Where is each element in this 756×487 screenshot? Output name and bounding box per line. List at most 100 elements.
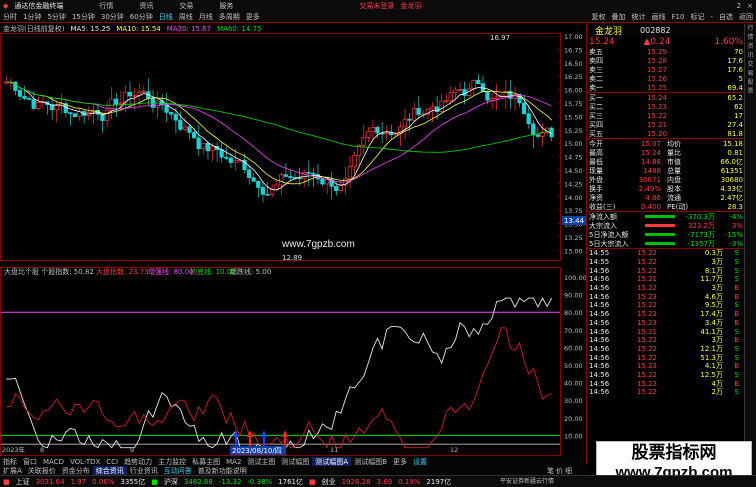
menu-service[interactable]: 服务 — [216, 1, 236, 11]
tab-industry-news[interactable]: 行业资讯 — [127, 466, 161, 476]
stat-key: 收益(三) — [589, 202, 616, 211]
chart-watermark: www.7gpzb.com — [281, 239, 355, 250]
toolbar-fuquan[interactable]: 复权 — [589, 12, 609, 22]
tab-vol[interactable]: VOL-TDX — [67, 458, 103, 466]
stock-name-link[interactable]: 金龙羽 — [397, 1, 424, 11]
window-close-icon[interactable]: × — [744, 2, 756, 10]
flow-label: 5日大宗流入 — [589, 239, 629, 248]
tab-test-sub-b[interactable]: 测试幅图B — [351, 457, 390, 467]
tab-ext-a[interactable]: 扩展A — [0, 466, 25, 476]
tab-qa[interactable]: 互动问答 — [161, 466, 195, 476]
candle-body — [246, 169, 252, 179]
index-sh-vol: 3355亿 — [120, 477, 146, 486]
sidebar-item-0[interactable]: 行 — [745, 24, 756, 33]
menu-quote[interactable]: 行情 — [96, 1, 116, 11]
broker-caption: 平安证券新疆云行情 — [500, 478, 555, 485]
side-tab-0[interactable]: 笔 — [546, 466, 555, 476]
side-tab-2[interactable]: 细 — [564, 466, 573, 476]
bid-price: 15.20 — [646, 129, 668, 138]
sidebar-item-3[interactable]: 讯 — [745, 51, 756, 60]
toolbar-f10[interactable]: F10 — [669, 13, 688, 21]
toolbar-back[interactable]: 返回 — [736, 12, 756, 22]
candle-body — [279, 174, 284, 186]
candle-body — [104, 109, 110, 121]
tick-price: 15.22 — [636, 336, 658, 345]
tab-macd[interactable]: MACD — [40, 458, 67, 466]
period-tab-60min[interactable]: 60分钟 — [127, 12, 156, 22]
candle-body — [370, 126, 376, 132]
tick-price: 15.22 — [636, 353, 658, 362]
stat-value: 28.3 — [727, 202, 743, 211]
trade-login-link[interactable]: 交易未登录 — [356, 1, 397, 11]
tab-more[interactable]: 更多 — [390, 457, 410, 467]
index-sh-name[interactable]: 上证 — [13, 477, 33, 487]
candle-body — [549, 127, 554, 138]
index-sz-name[interactable]: 沪深 — [161, 477, 181, 487]
candle-body — [448, 92, 453, 102]
app-logo-icon: ◆ — [3, 1, 9, 10]
candle-body — [118, 102, 123, 105]
indicator-axis-label: 50.00 — [564, 362, 583, 370]
sidebar-item-1[interactable]: 情 — [745, 33, 756, 42]
chart-area[interactable]: 17.00 16.75 16.50 16.25 16.00 15.75 15.50 15.25… — [0, 33, 586, 457]
period-tab-multi[interactable]: 多周期 — [216, 12, 243, 22]
toolbar-stats[interactable]: 统计 — [629, 12, 649, 22]
candle-body — [288, 176, 293, 178]
period-tab-1min[interactable]: 1分钟 — [20, 12, 44, 22]
period-toolbar: 分时 1分钟 5分钟 15分钟 30分钟 60分钟 日线 周线 月线 多周期 更… — [0, 11, 756, 23]
signal-arrow-icon — [282, 430, 288, 438]
tab-fund-dist[interactable]: 资金分布 — [59, 466, 93, 476]
candle-body — [521, 102, 527, 115]
tab-test-sub[interactable]: 测试幅图 — [278, 457, 312, 467]
menu-trade[interactable]: 交易 — [176, 1, 196, 11]
tick-price: 15.22 — [636, 284, 658, 293]
sidebar-item-4[interactable]: 交 — [745, 60, 756, 69]
toolbar-watchlist[interactable]: 自选 — [716, 12, 736, 22]
bid-volume: 81.8 — [727, 129, 743, 138]
period-tab-month[interactable]: 月线 — [196, 12, 216, 22]
candle-body — [352, 155, 357, 168]
tab-news[interactable]: 综合资讯 — [92, 465, 127, 476]
toolbar-minus[interactable]: - — [707, 13, 716, 21]
period-tab-5min[interactable]: 5分钟 — [44, 12, 68, 22]
stock-index-line — [6, 297, 553, 449]
bid-volume: 27.4 — [727, 120, 743, 129]
index-cy-name[interactable]: 创业 — [319, 477, 339, 487]
candle-body — [274, 184, 279, 190]
tab-cci[interactable]: CCI — [103, 458, 121, 466]
price-axis-label: 15.75 — [564, 100, 583, 108]
tab-settings[interactable]: 设置 — [410, 457, 430, 467]
candle-body — [457, 89, 463, 91]
candle-body — [416, 108, 421, 115]
tick-time: 14:56 — [589, 388, 610, 397]
tab-ma2[interactable]: MA2 — [223, 458, 244, 466]
period-tab-day[interactable]: 日线 — [156, 12, 176, 22]
period-tab-fenshi[interactable]: 分时 — [0, 12, 20, 22]
extension-tabs: 扩展A 关联报价 资金分布 综合资讯 行业资讯 互动问答 普及新功能说明 — [0, 465, 586, 476]
sidebar-item-2[interactable]: 资 — [745, 42, 756, 51]
sidebar-item-7[interactable]: 票 — [745, 87, 756, 96]
period-tab-15min[interactable]: 15分钟 — [69, 12, 98, 22]
candle-body — [100, 113, 105, 121]
tab-new-features[interactable]: 普及新功能说明 — [195, 466, 250, 476]
side-tab-1[interactable]: 价 — [555, 466, 564, 476]
menu-news[interactable]: 资讯 — [136, 1, 156, 11]
tab-test-sub-a[interactable]: 测试幅图A — [312, 456, 352, 467]
sidebar-item-6[interactable]: 股 — [745, 78, 756, 87]
price-axis-label: 13.75 — [564, 207, 583, 215]
toolbar-draw[interactable]: 画线 — [649, 12, 669, 22]
sidebar-item-5[interactable]: 易 — [745, 69, 756, 78]
period-tab-more[interactable]: 更多 — [243, 12, 263, 22]
period-tab-week[interactable]: 周线 — [176, 12, 196, 22]
tab-related-quote[interactable]: 关联报价 — [25, 466, 59, 476]
toolbar-overlay[interactable]: 叠加 — [609, 12, 629, 22]
candle-body — [182, 126, 188, 130]
period-tab-30min[interactable]: 30分钟 — [98, 12, 127, 22]
window-control-minimize[interactable]: 2 — [734, 2, 744, 10]
price-axis-label: 16.75 — [564, 46, 583, 54]
stat-value: 4.86 — [645, 193, 661, 202]
candle-body — [141, 91, 146, 94]
candle-body — [338, 185, 343, 192]
indicator-axis-label: 60.00 — [564, 344, 583, 352]
toolbar-mark[interactable]: 标记 — [687, 12, 707, 22]
